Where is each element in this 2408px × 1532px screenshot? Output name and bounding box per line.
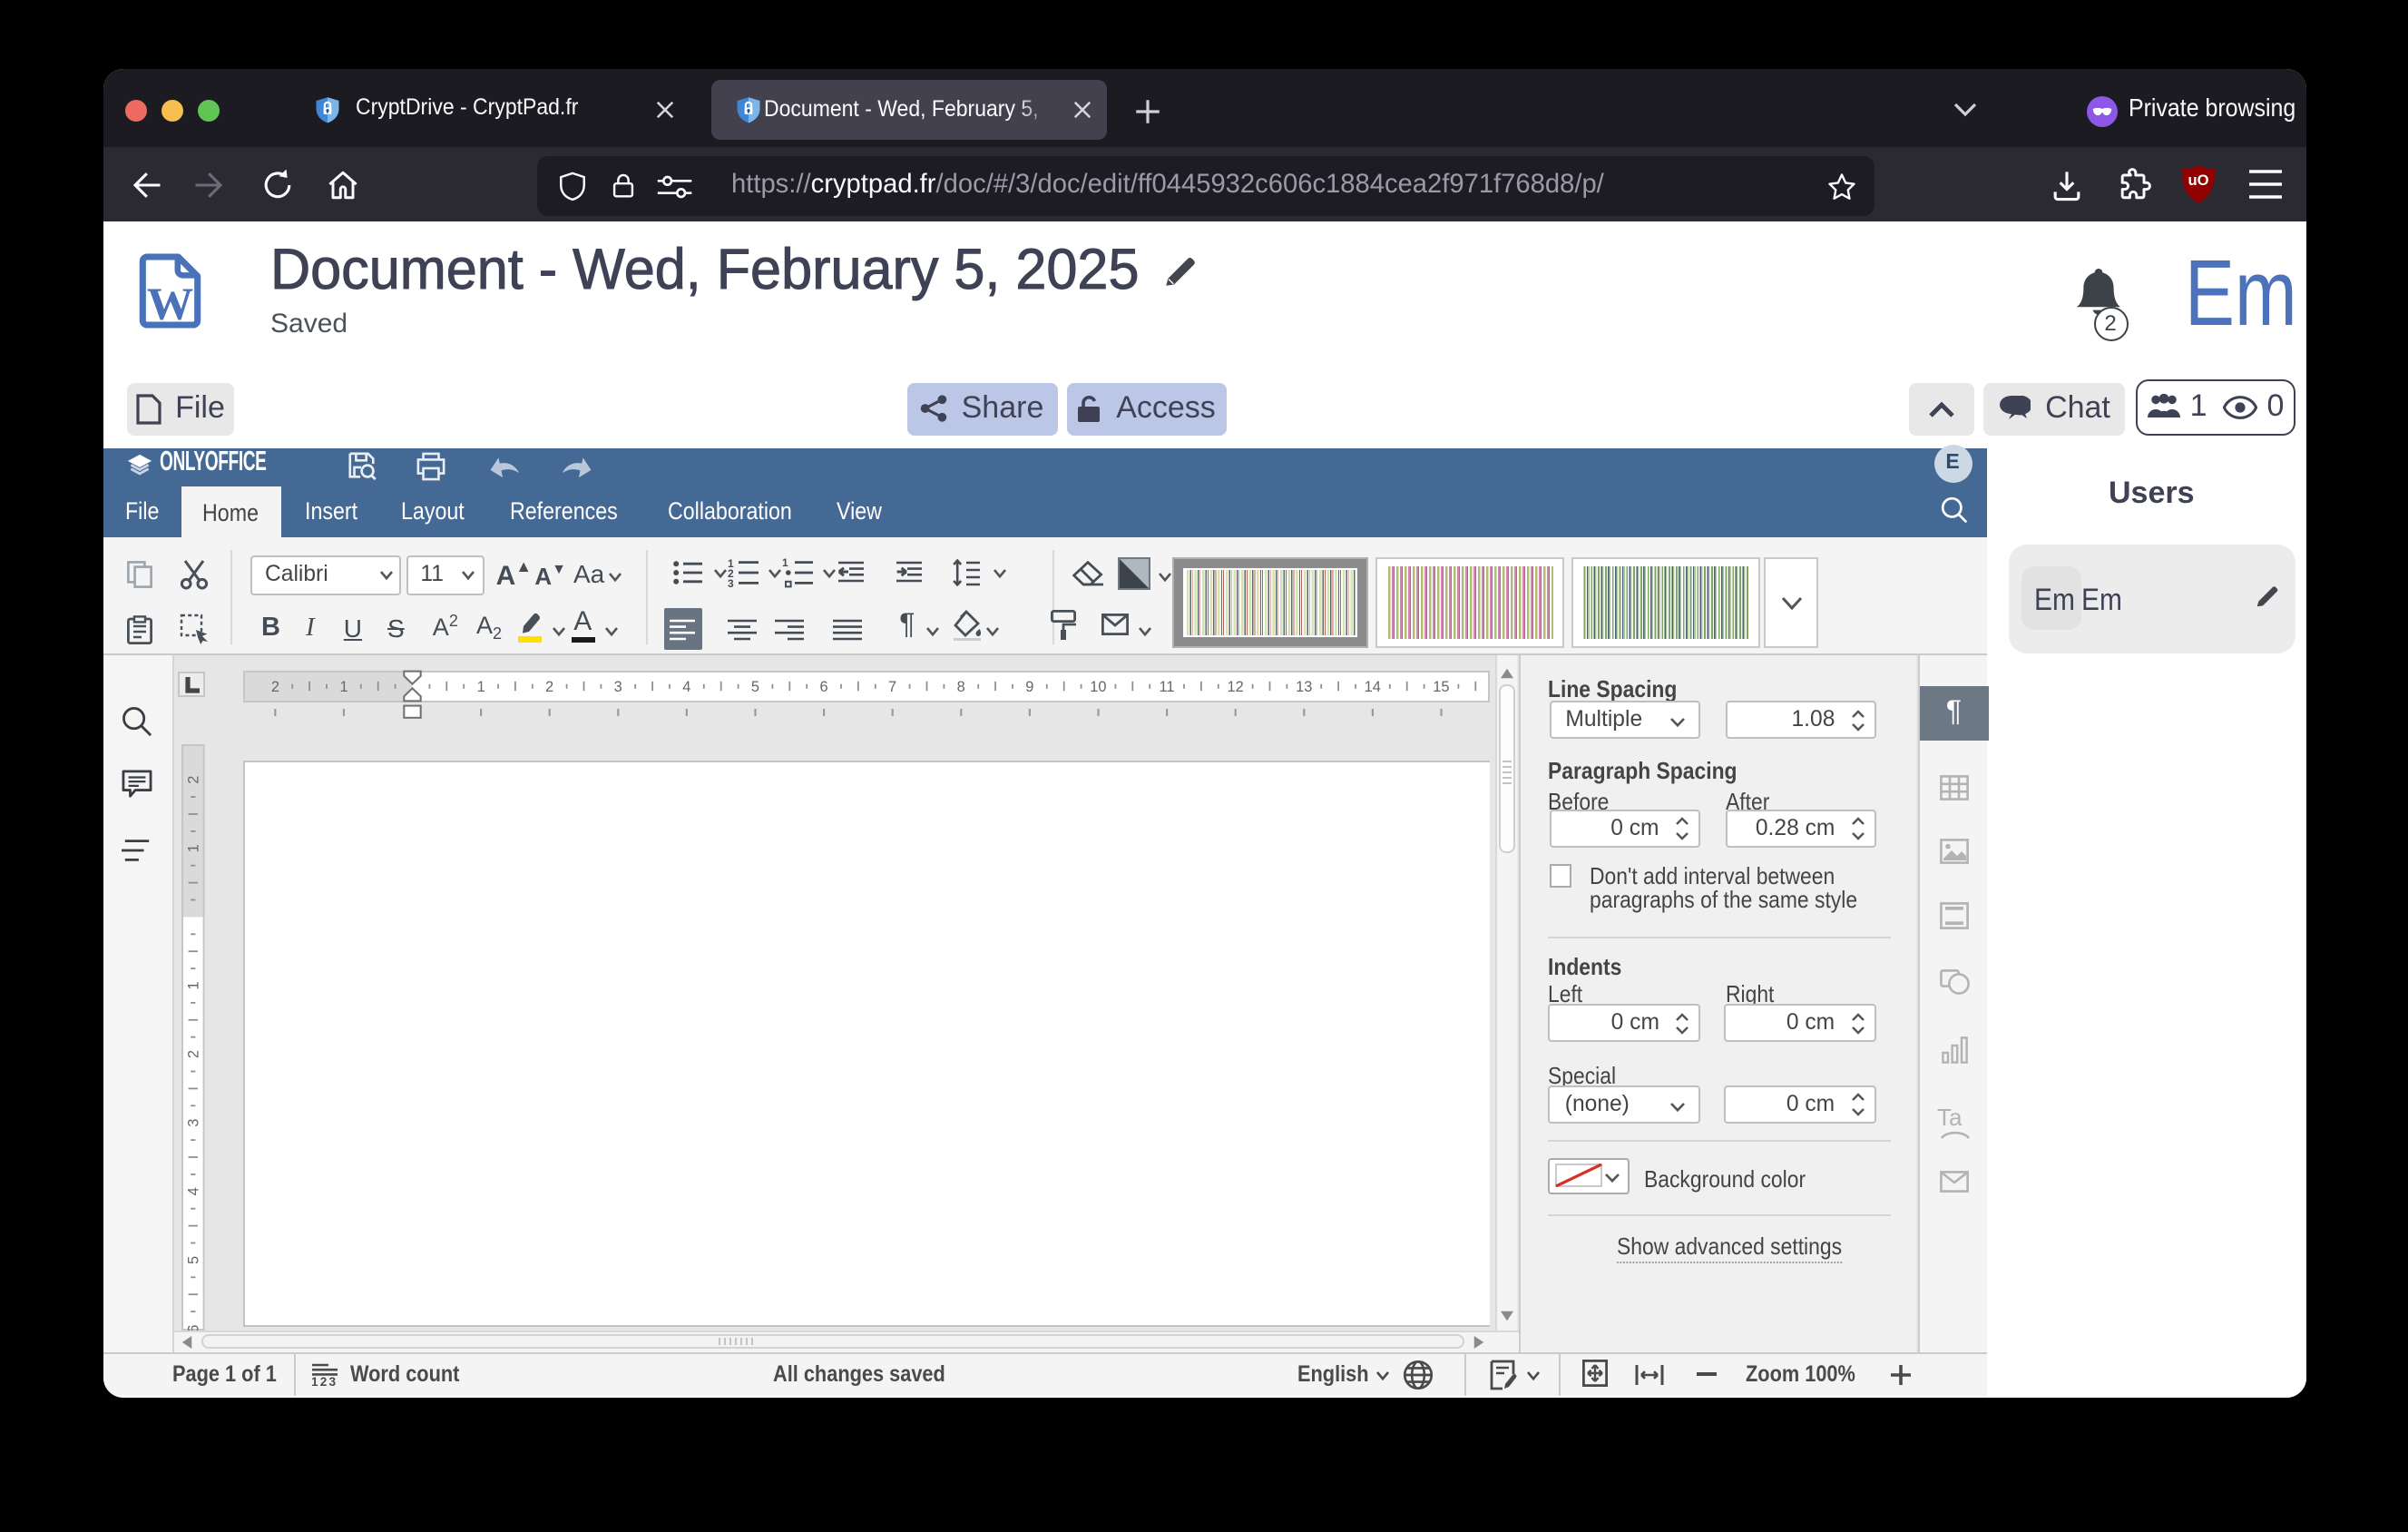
svg-text:3: 3 [184, 1118, 201, 1126]
svg-text:1: 1 [783, 556, 789, 568]
svg-text:2: 2 [184, 775, 201, 783]
svg-text:2: 2 [271, 678, 279, 694]
svg-text:8: 8 [957, 678, 965, 694]
svg-text:10: 10 [1090, 678, 1106, 694]
svg-text:6: 6 [819, 678, 827, 694]
svg-text:1: 1 [477, 678, 485, 694]
svg-text:15: 15 [1433, 678, 1449, 694]
svg-text:1: 1 [184, 981, 201, 989]
svg-text:1: 1 [339, 678, 347, 694]
svg-text:12: 12 [1227, 678, 1243, 694]
svg-text:5: 5 [184, 1255, 201, 1263]
svg-text:5: 5 [751, 678, 759, 694]
svg-text:2: 2 [545, 678, 553, 694]
svg-text:7: 7 [888, 678, 896, 694]
svg-text:W: W [146, 279, 192, 330]
svg-text:uO: uO [2187, 172, 2207, 189]
svg-text:3: 3 [727, 576, 733, 587]
svg-text:14: 14 [1365, 678, 1381, 694]
svg-text:2: 2 [184, 1050, 201, 1058]
svg-text:4: 4 [682, 678, 690, 694]
svg-text:9: 9 [1025, 678, 1033, 694]
svg-text:11: 11 [1159, 678, 1174, 694]
svg-text:4: 4 [184, 1187, 201, 1195]
svg-text:123: 123 [311, 1374, 337, 1386]
svg-text:1: 1 [184, 844, 201, 852]
svg-text:3: 3 [614, 678, 622, 694]
svg-text:13: 13 [1296, 678, 1312, 694]
